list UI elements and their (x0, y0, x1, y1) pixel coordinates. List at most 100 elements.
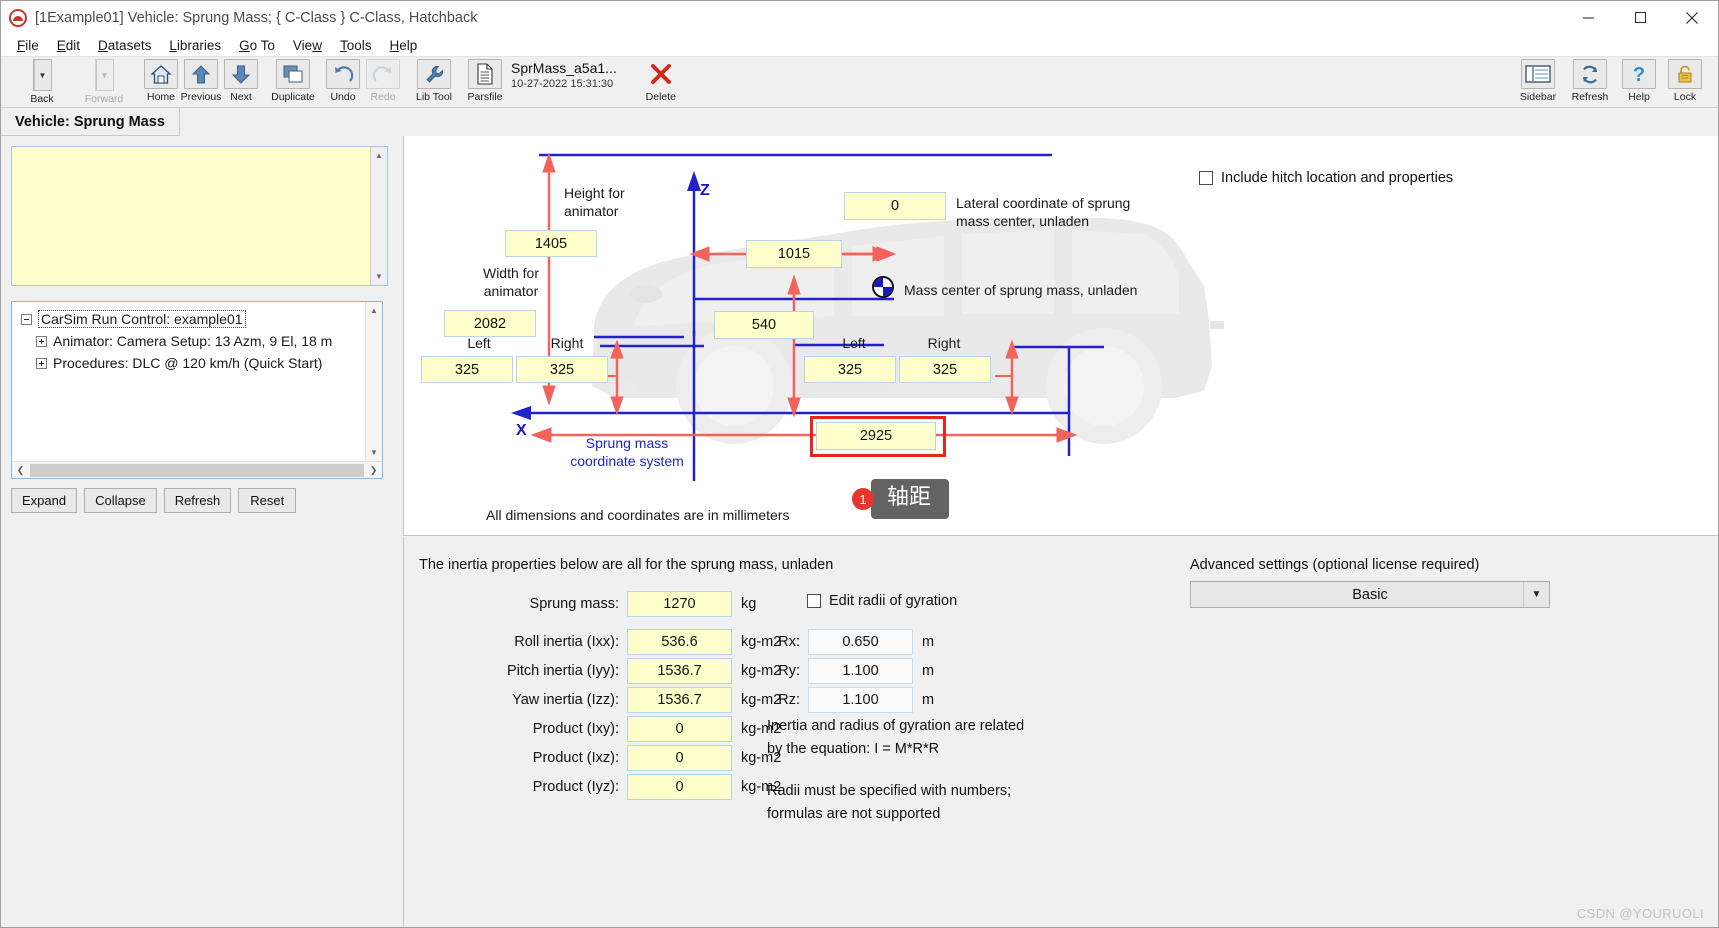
notes-field[interactable]: ▲ ▼ (11, 146, 388, 286)
toolbar-back-button[interactable]: ▼ Back (13, 59, 436, 204)
scroll-up-icon[interactable]: ▲ (366, 302, 382, 319)
include-hitch-checkbox-row[interactable]: Include hitch location and properties (1199, 170, 1453, 186)
advanced-settings-dropdown[interactable]: Basic ▼ (1190, 581, 1550, 608)
notes-text[interactable] (12, 147, 370, 285)
tree-item-animator[interactable]: Animator: Camera Setup: 13 Azm, 9 El, 18… (16, 330, 361, 352)
scroll-up-icon[interactable]: ▲ (371, 147, 387, 164)
tree-item-run-control[interactable]: CarSim Run Control: example01 (16, 308, 361, 330)
toolbar-refresh-button[interactable]: Refresh (1566, 59, 1614, 103)
toolbar-home-button[interactable]: Home (143, 59, 179, 103)
tree-action-buttons: Expand Collapse Refresh Reset (11, 488, 297, 513)
toolbar-forward-label: Forward (84, 93, 124, 105)
menu-edit[interactable]: Edit (48, 36, 89, 55)
app-icon (9, 8, 27, 27)
toolbar-help-button[interactable]: ? Help (1618, 59, 1660, 103)
product-ixz-field[interactable]: 0 (627, 745, 732, 771)
width-for-animator-label: Width for animator (482, 265, 539, 299)
yaw-inertia-label: Yaw inertia (Izz): (512, 692, 619, 708)
mass-center-label: Mass center of sprung mass, unladen (904, 282, 1138, 298)
rz-field[interactable]: 1.100 (808, 687, 913, 713)
toolbar-next-button[interactable]: Next (223, 59, 259, 103)
undo-icon (326, 59, 360, 89)
toolbar-sidebar-button[interactable]: Sidebar (1514, 59, 1562, 103)
include-hitch-label: Include hitch location and properties (1221, 170, 1454, 186)
gyration-note-line1: Inertia and radius of gyration are relat… (767, 718, 1025, 734)
sprung-mass-field[interactable]: 1270 (627, 591, 732, 617)
toolbar-libtool-button[interactable]: Lib Tool (411, 59, 457, 103)
left-panel: ▲ ▼ CarSim Run Control: example01 Animat… (1, 136, 398, 927)
advanced-settings-value: Basic (1352, 586, 1388, 603)
include-hitch-checkbox[interactable] (1199, 171, 1213, 185)
refresh-tree-button[interactable]: Refresh (163, 488, 232, 513)
yaw-inertia-field[interactable]: 1536.7 (627, 687, 732, 713)
menu-datasets[interactable]: Datasets (89, 36, 160, 55)
tree-collapse-toggle-icon[interactable] (21, 313, 32, 325)
menu-libraries[interactable]: Libraries (160, 36, 230, 55)
edit-radii-checkbox[interactable] (807, 594, 821, 608)
expand-button[interactable]: Expand (11, 488, 78, 513)
parsfile-info: SprMass_a5a1... 10-27-2022 15:31:30 (511, 60, 617, 90)
chevron-down-icon[interactable]: ▼ (1523, 582, 1549, 607)
menu-file[interactable]: File (8, 36, 48, 55)
rear-left-field[interactable]: 325 (804, 356, 896, 383)
toolbar-previous-button[interactable]: Previous (181, 59, 221, 103)
toolbar-redo-button[interactable]: Redo (365, 59, 401, 103)
cg-height-field[interactable]: 540 (714, 311, 814, 339)
run-control-tree[interactable]: CarSim Run Control: example01 Animator: … (11, 301, 383, 479)
toolbar-parsfile-button[interactable]: Parsfile (465, 59, 505, 103)
scroll-down-icon[interactable]: ▼ (371, 268, 387, 285)
ry-field[interactable]: 1.100 (808, 658, 913, 684)
toolbar-undo-label: Undo (330, 91, 356, 103)
tree-vertical-scrollbar[interactable]: ▲ ▼ (365, 302, 382, 461)
roll-inertia-field[interactable]: 536.6 (627, 629, 732, 655)
maximize-button[interactable] (1614, 1, 1666, 34)
close-button[interactable] (1666, 1, 1718, 34)
cg-longitudinal-field[interactable]: 1015 (746, 240, 842, 268)
collapse-button[interactable]: Collapse (84, 488, 157, 513)
notes-scrollbar[interactable]: ▲ ▼ (370, 147, 387, 285)
edit-radii-checkbox-row[interactable]: Edit radii of gyration (807, 593, 957, 609)
product-ixz-row: Product (Ixz): 0 kg-m2 (419, 745, 781, 771)
inertia-heading: The inertia properties below are all for… (419, 557, 834, 573)
forward-dropdown-arrow-icon[interactable]: ▼ (95, 60, 113, 90)
annotation-number-badge: 1 (852, 488, 874, 510)
reset-button[interactable]: Reset (238, 488, 297, 513)
menu-tools[interactable]: Tools (331, 36, 381, 55)
tree-expand-toggle-icon[interactable] (36, 357, 47, 369)
rx-field[interactable]: 0.650 (808, 629, 913, 655)
minimize-button[interactable] (1562, 1, 1614, 34)
vehicle-silhouette-icon (592, 218, 1224, 444)
toolbar-duplicate-button[interactable]: Duplicate (269, 59, 317, 103)
width-for-animator-field[interactable]: 2082 (444, 310, 536, 337)
padlock-icon (1668, 59, 1702, 89)
menu-view[interactable]: View (284, 36, 331, 55)
scroll-thumb[interactable] (30, 463, 364, 477)
lateral-coordinate-field[interactable]: 0 (844, 192, 946, 220)
tree-expand-toggle-icon[interactable] (36, 335, 47, 347)
toolbar-forward-button[interactable]: ▼ Forward (75, 59, 437, 204)
rear-right-field[interactable]: 325 (899, 356, 991, 383)
tree-horizontal-scrollbar[interactable]: ❮ ❯ (12, 461, 382, 478)
front-left-field[interactable]: 325 (421, 356, 513, 383)
toolbar-undo-button[interactable]: Undo (325, 59, 361, 103)
page-header: Vehicle: Sprung Mass (1, 108, 1718, 136)
tree-item-procedures[interactable]: Procedures: DLC @ 120 km/h (Quick Start) (16, 352, 361, 374)
front-right-field[interactable]: 325 (516, 356, 608, 383)
scroll-left-icon[interactable]: ❮ (12, 465, 29, 476)
parsfile-name: SprMass_a5a1... (511, 60, 617, 76)
rx-row: Rx: 0.650 m (767, 629, 934, 655)
height-for-animator-field[interactable]: 1405 (505, 230, 597, 257)
pitch-inertia-field[interactable]: 1536.7 (627, 658, 732, 684)
toolbar-delete-button[interactable]: Delete (641, 59, 681, 103)
menu-help[interactable]: Help (380, 36, 426, 55)
toolbar-refresh-label: Refresh (1571, 91, 1609, 103)
scroll-down-icon[interactable]: ▼ (366, 444, 382, 461)
menu-goto[interactable]: Go To (230, 36, 284, 55)
product-iyz-field[interactable]: 0 (627, 774, 732, 800)
x-axis-label: X (516, 422, 527, 439)
product-ixy-field[interactable]: 0 (627, 716, 732, 742)
scroll-right-icon[interactable]: ❯ (365, 465, 382, 476)
x-icon (644, 59, 678, 89)
toolbar-lock-button[interactable]: Lock (1664, 59, 1706, 103)
back-dropdown-arrow-icon[interactable]: ▼ (33, 60, 51, 90)
